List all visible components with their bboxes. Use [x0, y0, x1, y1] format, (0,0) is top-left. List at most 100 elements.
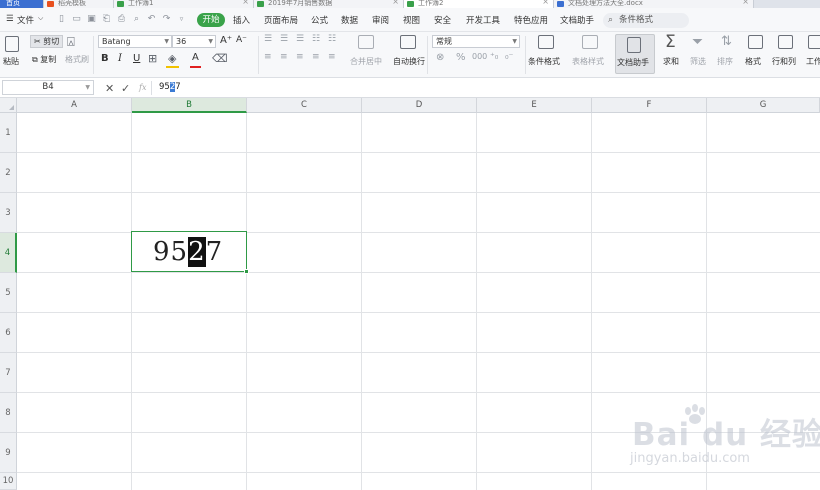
- command-search-input[interactable]: ⌕ 条件格式: [603, 13, 689, 28]
- sum-icon[interactable]: Σ: [665, 32, 676, 52]
- filter-icon[interactable]: ⏷: [692, 34, 703, 50]
- row-header[interactable]: 8: [0, 393, 17, 433]
- menu-view[interactable]: 视图: [403, 14, 420, 26]
- percent-icon[interactable]: %: [456, 52, 466, 63]
- cell-editor-text[interactable]: 9527: [153, 237, 223, 267]
- doc-helper-button[interactable]: 文档助手: [615, 34, 655, 74]
- cancel-entry-icon[interactable]: ✕: [105, 82, 114, 95]
- column-header[interactable]: D: [362, 98, 477, 113]
- worksheet-button[interactable]: 工作表: [806, 56, 820, 67]
- format-button[interactable]: 格式: [745, 56, 761, 67]
- fill-color-icon[interactable]: ◈: [168, 52, 176, 65]
- row-column-button[interactable]: 行和列: [772, 56, 796, 67]
- row-header[interactable]: 1: [0, 113, 17, 153]
- menu-doc-helper[interactable]: 文档助手: [560, 14, 594, 26]
- menu-start[interactable]: 开始: [197, 13, 225, 27]
- print-icon[interactable]: ⎙: [116, 14, 127, 25]
- filter-button[interactable]: 筛选: [690, 56, 706, 67]
- distributed-icon[interactable]: ≡: [328, 52, 336, 62]
- paste-icon[interactable]: [5, 36, 19, 52]
- font-name-select[interactable]: Batang ▼: [98, 35, 172, 48]
- column-header[interactable]: E: [477, 98, 592, 113]
- new-file-icon[interactable]: ▯: [56, 14, 67, 25]
- column-header[interactable]: A: [17, 98, 132, 113]
- document-tab[interactable]: 工作簿2 ×: [404, 0, 554, 8]
- row-header[interactable]: 6: [0, 313, 17, 353]
- active-cell-b4[interactable]: 9527: [131, 231, 249, 274]
- align-center-icon[interactable]: ≡: [280, 52, 288, 62]
- merge-center-icon[interactable]: [358, 35, 374, 49]
- number-format-select[interactable]: 常规 ▼: [432, 35, 520, 48]
- menu-review[interactable]: 审阅: [372, 14, 389, 26]
- merge-center-button[interactable]: 合并居中: [350, 56, 382, 67]
- shrink-font-button[interactable]: A⁻: [236, 35, 247, 45]
- insert-function-icon[interactable]: fx: [139, 83, 146, 92]
- document-tab[interactable]: 2019年7月销售数据 ×: [254, 0, 404, 8]
- chevron-down-icon[interactable]: ⌵: [38, 14, 43, 23]
- font-size-select[interactable]: 36 ▼: [172, 35, 216, 48]
- name-box[interactable]: B4 ▼: [2, 80, 94, 95]
- redo-icon[interactable]: ↷: [161, 14, 172, 25]
- column-header[interactable]: B: [132, 98, 247, 113]
- currency-icon[interactable]: ⊗: [436, 52, 444, 63]
- font-color-icon[interactable]: A: [192, 52, 199, 63]
- thousands-icon[interactable]: 000: [472, 52, 487, 61]
- clear-format-icon[interactable]: ⌫: [212, 52, 228, 65]
- close-tab-icon[interactable]: ×: [542, 0, 549, 6]
- hamburger-menu-icon[interactable]: ☰: [6, 14, 14, 24]
- decrease-decimal-icon[interactable]: ₀⁻: [505, 52, 513, 62]
- copy-button[interactable]: ⧉ 复制: [32, 54, 56, 65]
- increase-decimal-icon[interactable]: ⁺₀: [490, 52, 498, 62]
- format-painter-button[interactable]: 格式刷: [65, 54, 89, 65]
- sum-button[interactable]: 求和: [663, 56, 679, 67]
- align-middle-icon[interactable]: ☰: [280, 34, 288, 44]
- open-folder-icon[interactable]: ▭: [71, 14, 82, 25]
- customize-toolbar-icon[interactable]: ▿: [176, 14, 187, 25]
- menu-file[interactable]: 文件: [17, 14, 34, 26]
- align-left-icon[interactable]: ≡: [264, 52, 272, 62]
- align-bottom-icon[interactable]: ☰: [296, 34, 304, 44]
- print-preview-icon[interactable]: ⌕: [131, 14, 142, 25]
- column-header[interactable]: F: [592, 98, 707, 113]
- document-tab[interactable]: 文档处理方法大全.docx ×: [554, 0, 754, 8]
- close-tab-icon[interactable]: ×: [242, 0, 249, 6]
- close-tab-icon[interactable]: ×: [392, 0, 399, 6]
- italic-button[interactable]: I: [118, 53, 122, 64]
- document-tab[interactable]: 工作簿1 ×: [114, 0, 254, 8]
- bold-button[interactable]: B: [101, 53, 109, 64]
- table-style-button[interactable]: 表格样式: [572, 56, 604, 67]
- menu-data[interactable]: 数据: [341, 14, 358, 26]
- fill-handle[interactable]: [244, 269, 249, 274]
- format-icon[interactable]: [748, 35, 763, 49]
- menu-formula[interactable]: 公式: [311, 14, 328, 26]
- menu-special-apps[interactable]: 特色应用: [514, 14, 548, 26]
- cut-button[interactable]: ✂ 剪切: [30, 35, 64, 48]
- document-tab[interactable]: 首页: [0, 0, 44, 8]
- row-header[interactable]: 7: [0, 353, 17, 393]
- paste-button[interactable]: 粘贴: [3, 56, 19, 67]
- row-header[interactable]: 10: [0, 473, 17, 490]
- format-painter-icon[interactable]: ⍓: [67, 35, 75, 50]
- row-header[interactable]: 3: [0, 193, 17, 233]
- menu-page-layout[interactable]: 页面布局: [264, 14, 298, 26]
- conditional-format-button[interactable]: 条件格式: [528, 56, 560, 67]
- confirm-entry-icon[interactable]: ✓: [121, 82, 130, 95]
- close-tab-icon[interactable]: ×: [742, 0, 749, 6]
- row-header[interactable]: 9: [0, 433, 17, 473]
- outdent-icon[interactable]: ☷: [328, 34, 336, 44]
- grow-font-button[interactable]: A⁺: [220, 35, 232, 46]
- column-header[interactable]: C: [247, 98, 362, 113]
- align-top-icon[interactable]: ☰: [264, 34, 272, 44]
- row-column-icon[interactable]: [778, 35, 793, 49]
- sort-button[interactable]: 排序: [717, 56, 733, 67]
- wrap-text-icon[interactable]: [400, 35, 416, 49]
- select-all-corner[interactable]: [0, 98, 17, 113]
- export-pdf-icon[interactable]: ⎗: [101, 14, 112, 25]
- sort-icon[interactable]: ⇅: [721, 34, 732, 49]
- border-icon[interactable]: ⊞: [148, 52, 157, 65]
- align-right-icon[interactable]: ≡: [296, 52, 304, 62]
- indent-icon[interactable]: ☷: [312, 34, 320, 44]
- column-header[interactable]: G: [707, 98, 820, 113]
- save-icon[interactable]: ▣: [86, 14, 97, 25]
- undo-icon[interactable]: ↶: [146, 14, 157, 25]
